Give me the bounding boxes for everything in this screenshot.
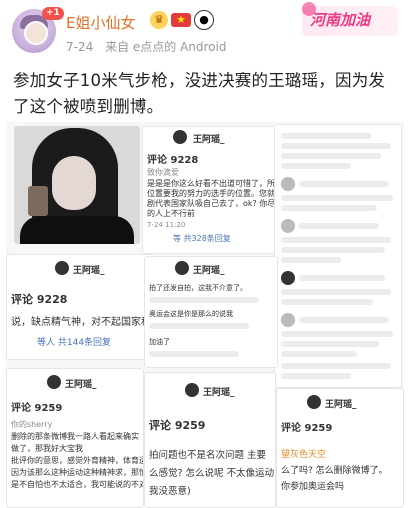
comment-card-9259-right[interactable]: 王阿瑶_ 评论 9259 望灰色天空 么了吗? 怎么删除微博了。 你参加奥运会吗	[276, 388, 404, 508]
post-source[interactable]: 来自 e点点的 Android	[105, 40, 226, 54]
post-body-text: 参加女子10米气步枪，没进决赛的王璐瑶，因为发了这个被喷到删博。	[13, 71, 386, 116]
commenter-avatar	[185, 383, 199, 397]
commenter-avatar	[55, 261, 69, 275]
selfie-photo[interactable]	[14, 126, 140, 244]
comment-count-title: 评论 9228	[147, 155, 199, 166]
comment-count-title: 评论 9228	[11, 293, 68, 306]
reply-count-link[interactable]: 等人 共144条回复	[37, 335, 111, 348]
screenshot-collage: 王阿瑶_ 评论 9228 致你滴爱 是是是你这么好看不出道可惜了，所以到上 位置…	[6, 122, 404, 508]
author-name[interactable]: E姐小仙女	[66, 12, 135, 33]
post-header: +1 E姐小仙女 ♛ ★ ● 7-24 来自 e点点的 Android 河南加油	[0, 0, 408, 64]
crown-emoji-icon: ♛	[150, 11, 168, 29]
watermark-logo: 河南加油	[302, 2, 398, 36]
commenter-avatar	[175, 261, 189, 275]
post-date: 7-24	[66, 40, 94, 54]
panda-emoji-icon: ●	[194, 10, 214, 30]
comment-count-title: 评论 9259	[281, 423, 333, 434]
author-emoji-row: ♛ ★ ●	[150, 10, 214, 30]
author-avatar[interactable]: +1	[12, 7, 64, 53]
commenter-avatar	[173, 130, 187, 144]
watermark-text: 河南加油	[310, 11, 371, 29]
level-badge: +1	[42, 7, 64, 20]
comment-card-9228[interactable]: 王阿瑶_ 评论 9228 致你滴爱 是是是你这么好看不出道可惜了，所以到上 位置…	[142, 126, 282, 254]
comment-card-middle[interactable]: 王阿瑶_ 拍了还发自拍，这我不介意了。 奥运会这是你是那么的说我 加油了	[144, 256, 278, 368]
card-username: 王阿瑶_	[193, 135, 225, 145]
post-meta: 7-24 来自 e点点的 Android	[66, 38, 226, 55]
china-flag-icon: ★	[171, 13, 191, 27]
commenter-avatar	[307, 395, 321, 409]
comment-date: 7-24 11:20	[147, 221, 186, 229]
commenter-avatar	[47, 375, 61, 389]
comment-count-title: 评论 9259	[11, 403, 63, 414]
comment-list-right[interactable]	[274, 124, 402, 388]
comment-card-9259-left[interactable]: 王阿瑶_ 评论 9259 你的sherry 删除的那条微博我一路人看起来确实 做…	[6, 368, 144, 508]
comment-card-9259-middle[interactable]: 王阿瑶_ 评论 9259 拍问题也不是名次问题 主要 么感觉? 怎么说呢 不太像…	[144, 372, 276, 508]
phone-icon	[28, 186, 48, 216]
comment-count-title: 评论 9259	[149, 419, 206, 432]
comment-card-9228-collapsed[interactable]: 王阿瑶_ 评论 9228 说，缺点精气神，对不起国家和 等人 共144条回复	[6, 254, 154, 360]
reply-count-link[interactable]: 等 共328条回复	[173, 233, 231, 244]
